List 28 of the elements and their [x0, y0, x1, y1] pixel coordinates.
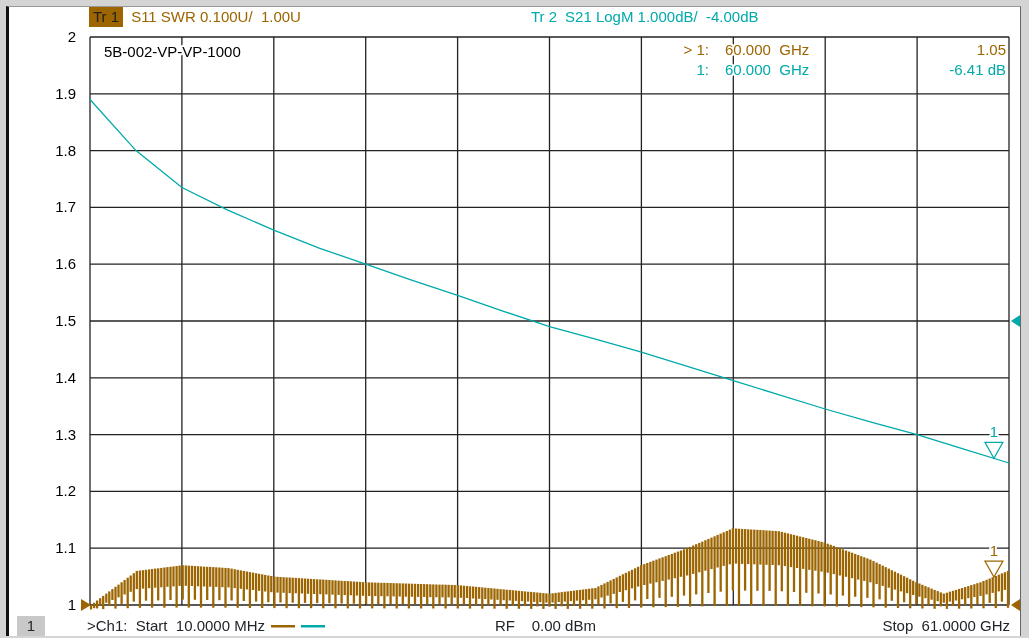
marker-id: > 1:: [683, 41, 709, 58]
y-tick-label: 1.3: [55, 425, 76, 443]
y-tick-label: 1.7: [55, 198, 76, 216]
trace-legend-line: [301, 624, 325, 628]
trace-tag: Tr 2: [530, 7, 558, 27]
marker-value: -6.41 dB: [949, 61, 1006, 78]
stop-frequency: Stop 61.0000 GHz: [882, 615, 1010, 636]
reference-pointer: [81, 599, 91, 611]
reference-pointer: [1011, 599, 1020, 611]
y-tick-label: 1.6: [55, 255, 76, 273]
marker-value: 1.05: [976, 41, 1006, 58]
trace-scale-label: S11 SWR 0.100U/ 1.00U: [131, 6, 301, 27]
y-tick-label: 1.1: [55, 539, 76, 557]
marker-id: 1:: [696, 61, 709, 78]
y-tick-label: 2: [67, 28, 76, 45]
trace-scale-label: S21 LogM 1.000dB/ -4.00dB: [565, 6, 759, 27]
y-tick-label: 1.5: [55, 312, 76, 329]
y-tick-label: 1.2: [55, 482, 76, 500]
source-power: RF 0.00 dBm: [495, 615, 596, 636]
y-tick-label: 1.9: [55, 84, 76, 102]
y-tick-label: 1: [67, 596, 76, 613]
y-tick-label: 1.4: [55, 368, 76, 386]
y-tick-label: 1.8: [55, 141, 76, 159]
reference-pointer: [1011, 315, 1020, 327]
trace-legend-line: [271, 624, 295, 628]
channel-indicator: 1: [17, 616, 45, 636]
start-frequency: >Ch1: Start 10.0000 MHz: [87, 615, 265, 636]
trace-tag: Tr 1: [89, 7, 124, 27]
